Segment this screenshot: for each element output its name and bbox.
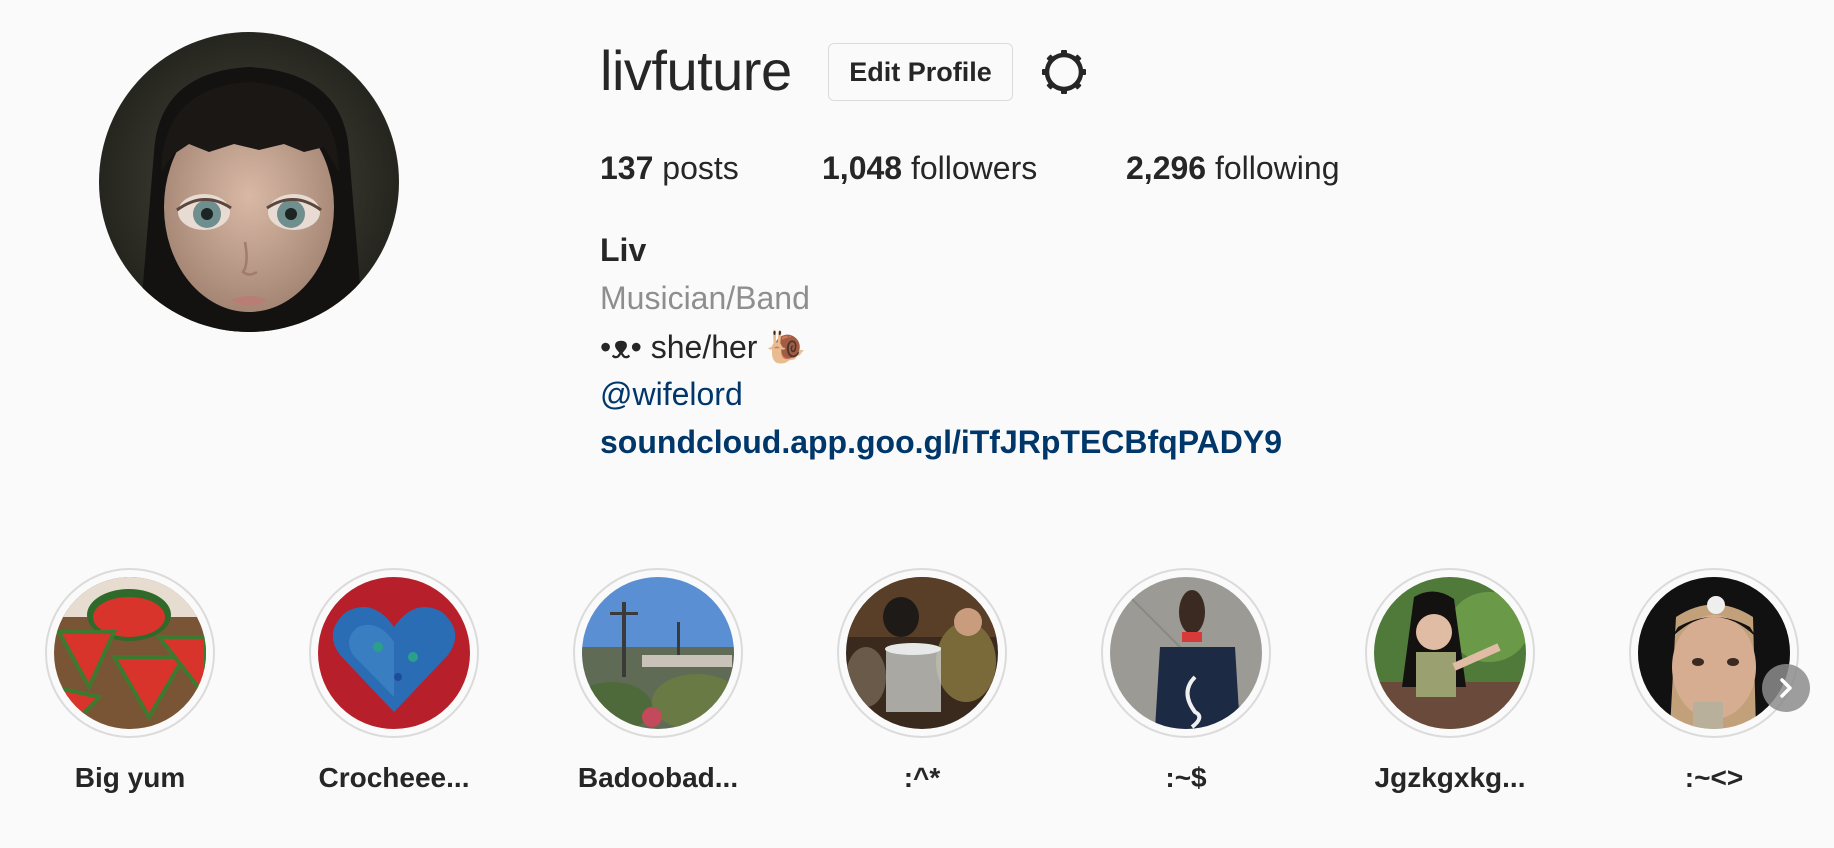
posts-count: 137 xyxy=(600,150,654,186)
bio-mention-link[interactable]: @wifelord xyxy=(600,376,743,413)
bio-website-link[interactable]: soundcloud.app.goo.gl/iTfJRpTECBfqPADY9 xyxy=(600,424,1282,461)
highlight-cover xyxy=(318,577,470,729)
highlight-ring xyxy=(1101,568,1271,738)
highlight-cover xyxy=(1638,577,1790,729)
story-highlight[interactable]: Badoobad... xyxy=(558,568,758,808)
bio-text: •ᴥ• she/her 🐌 xyxy=(600,329,807,365)
story-highlight[interactable]: Crocheee... xyxy=(294,568,494,808)
highlight-cover xyxy=(1374,577,1526,729)
highlight-ring xyxy=(309,568,479,738)
chevron-right-icon[interactable] xyxy=(1762,664,1810,712)
highlight-cover xyxy=(582,577,734,729)
highlight-label: Big yum xyxy=(74,762,186,793)
highlight-label: :~<> xyxy=(1684,762,1744,793)
gear-icon[interactable] xyxy=(1039,47,1089,97)
highlight-cover xyxy=(1110,577,1262,729)
following-label: following xyxy=(1206,150,1340,186)
highlight-label: Crocheee... xyxy=(318,762,470,793)
profile-username: livfuture xyxy=(600,39,792,102)
highlight-ring xyxy=(837,568,1007,738)
followers-count: 1,048 xyxy=(822,150,903,186)
profile-page: livfuture Edit Profile 137 posts 1,048 f… xyxy=(0,0,1834,848)
following-count: 2,296 xyxy=(1126,150,1207,186)
highlight-ring xyxy=(573,568,743,738)
followers-stat[interactable]: 1,048 followers xyxy=(822,150,1037,187)
bio-name: Liv xyxy=(600,232,647,268)
posts-stat[interactable]: 137 posts xyxy=(600,150,739,187)
highlight-cover xyxy=(846,577,998,729)
avatar-image xyxy=(99,32,399,332)
profile-avatar[interactable] xyxy=(99,32,399,332)
posts-label: posts xyxy=(653,150,739,186)
followers-label: followers xyxy=(902,150,1038,186)
highlight-ring xyxy=(1629,568,1799,738)
edit-profile-button[interactable]: Edit Profile xyxy=(828,43,1013,101)
story-highlight[interactable]: Big yum xyxy=(30,568,230,808)
highlight-ring xyxy=(1365,568,1535,738)
following-stat[interactable]: 2,296 following xyxy=(1126,150,1339,187)
highlight-ring xyxy=(45,568,215,738)
highlight-label: Badoobad... xyxy=(577,762,739,793)
story-highlight[interactable]: :^* xyxy=(822,568,1022,808)
highlight-cover xyxy=(54,577,206,729)
highlight-label: Jgzkgxkg... xyxy=(1374,762,1526,793)
story-highlight[interactable]: :~$ xyxy=(1086,568,1286,808)
highlight-label: :~$ xyxy=(1165,762,1207,793)
highlight-label: :^* xyxy=(903,762,941,793)
bio-category: Musician/Band xyxy=(600,280,810,316)
story-highlight[interactable]: Jgzkgxkg... xyxy=(1350,568,1550,808)
